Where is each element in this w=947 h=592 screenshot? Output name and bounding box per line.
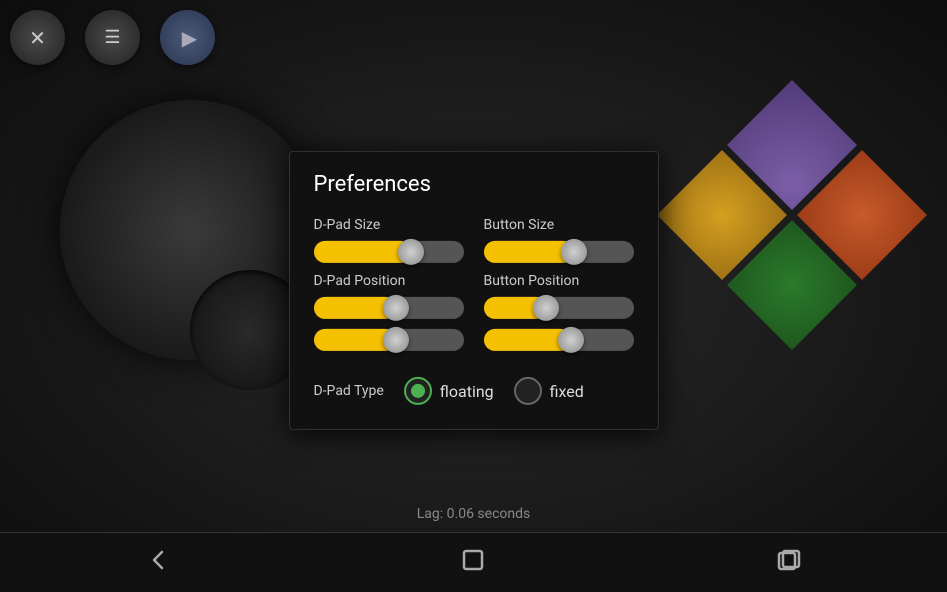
floating-label: floating bbox=[440, 381, 494, 400]
button-position-label: Button Position bbox=[484, 273, 634, 289]
dpad-position-x-thumb[interactable] bbox=[383, 295, 409, 321]
dpad-size-label: D-Pad Size bbox=[314, 217, 464, 233]
button-position-x-track[interactable] bbox=[484, 297, 634, 319]
preferences-dialog: Preferences D-Pad Size Button Size bbox=[289, 151, 659, 430]
dpad-size-slider-row bbox=[314, 241, 464, 263]
button-size-track[interactable] bbox=[484, 241, 634, 263]
menu-button[interactable]: ☰ bbox=[85, 10, 140, 65]
dpad-size-section: D-Pad Size bbox=[314, 217, 464, 273]
back-icon bbox=[144, 546, 172, 574]
button-size-label: Button Size bbox=[484, 217, 634, 233]
button-position-section: Button Position bbox=[484, 273, 634, 361]
dpad-position-x-track[interactable] bbox=[314, 297, 464, 319]
buttons-visual bbox=[647, 80, 927, 360]
close-icon: ✕ bbox=[29, 26, 46, 50]
recent-button[interactable] bbox=[775, 546, 803, 580]
button-position-x-thumb[interactable] bbox=[533, 295, 559, 321]
button-size-slider-row bbox=[484, 241, 634, 263]
dpad-type-label: D-Pad Type bbox=[314, 383, 384, 399]
dpad-size-track[interactable] bbox=[314, 241, 464, 263]
dpad-visual bbox=[60, 100, 320, 360]
dpad-position-x-slider-row bbox=[314, 297, 464, 319]
dpad-position-y-track[interactable] bbox=[314, 329, 464, 351]
play-icon: ▶ bbox=[178, 26, 197, 50]
button-position-y-track[interactable] bbox=[484, 329, 634, 351]
back-button[interactable] bbox=[144, 546, 172, 580]
button-size-section: Button Size bbox=[484, 217, 634, 273]
home-icon bbox=[459, 546, 487, 574]
button-size-thumb[interactable] bbox=[561, 239, 587, 265]
lag-text: Lag: 0.06 seconds bbox=[417, 506, 530, 522]
dpad-size-thumb[interactable] bbox=[398, 239, 424, 265]
dpad-size-fill bbox=[314, 241, 412, 263]
fixed-label: fixed bbox=[550, 381, 584, 400]
recent-icon bbox=[775, 546, 803, 574]
menu-icon: ☰ bbox=[104, 27, 120, 48]
dpad-position-y-thumb[interactable] bbox=[383, 327, 409, 353]
floating-option[interactable]: floating bbox=[404, 377, 494, 405]
fixed-radio[interactable] bbox=[514, 377, 542, 405]
play-button[interactable]: ▶ bbox=[160, 10, 215, 65]
dpad-position-y-slider-row bbox=[314, 329, 464, 351]
floating-radio-inner bbox=[411, 384, 425, 398]
fixed-option[interactable]: fixed bbox=[514, 377, 584, 405]
button-position-x-slider-row bbox=[484, 297, 634, 319]
close-button[interactable]: ✕ bbox=[10, 10, 65, 65]
dpad-position-section: D-Pad Position bbox=[314, 273, 464, 361]
dpad-type-row: D-Pad Type floating fixed bbox=[314, 377, 634, 405]
home-button[interactable] bbox=[459, 546, 487, 580]
top-nav: ✕ ☰ ▶ bbox=[10, 10, 215, 65]
preferences-title: Preferences bbox=[314, 172, 634, 197]
dpad-position-label: D-Pad Position bbox=[314, 273, 464, 289]
button-position-y-thumb[interactable] bbox=[558, 327, 584, 353]
button-position-y-slider-row bbox=[484, 329, 634, 351]
floating-radio[interactable] bbox=[404, 377, 432, 405]
preferences-grid: D-Pad Size Button Size D-Pad Position bbox=[314, 217, 634, 361]
bottom-nav bbox=[0, 532, 947, 592]
